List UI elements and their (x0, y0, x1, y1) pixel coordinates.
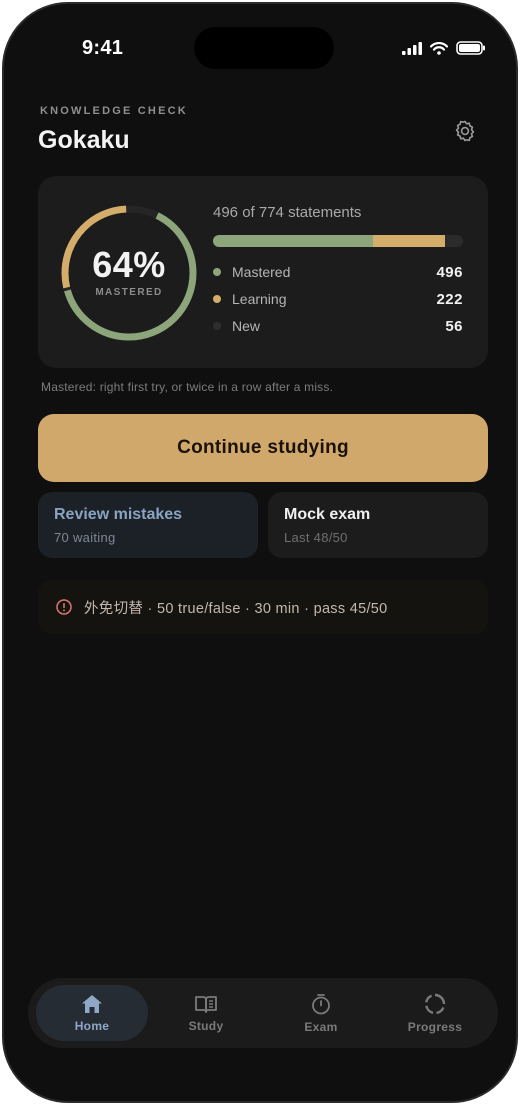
review-mistakes-button[interactable]: Review mistakes 70 waiting (38, 492, 258, 558)
tab-label: Home (74, 1018, 110, 1033)
continue-studying-button[interactable]: Continue studying (38, 414, 488, 482)
progress-bar-mastered (213, 235, 374, 247)
progress-ring-icon (425, 993, 446, 1014)
legend-row-new: New 56 (213, 317, 463, 335)
legend-row-learning: Learning 222 (213, 290, 463, 308)
mastery-footnote: Mastered: right first try, or twice in a… (41, 380, 334, 394)
tab-home[interactable]: Home (36, 985, 148, 1041)
tab-label: Study (188, 1018, 224, 1033)
legend-value: 222 (436, 290, 463, 308)
section-eyebrow: KNOWLEDGE CHECK (40, 105, 188, 117)
page-title: Gokaku (38, 126, 130, 154)
mastery-percent: 64% (92, 244, 166, 285)
new-dot-icon (213, 322, 221, 330)
settings-button[interactable] (452, 118, 478, 144)
tab-label: Progress (407, 1019, 463, 1034)
statements-count: 496 of 774 statements (213, 204, 362, 221)
tile-title: Mock exam (284, 506, 371, 523)
tab-progress[interactable]: Progress (379, 985, 491, 1041)
mastered-dot-icon (213, 268, 221, 276)
legend-row-mastered: Mastered 496 (213, 263, 463, 281)
mastery-caption: MASTERED (95, 287, 163, 298)
legend-value: 496 (436, 263, 463, 281)
tab-label: Exam (304, 1019, 338, 1034)
learning-dot-icon (213, 295, 221, 303)
status-time: 9:41 (82, 37, 124, 59)
mastery-ring: 64% MASTERED (60, 204, 198, 342)
mock-exam-button[interactable]: Mock exam Last 48/50 (268, 492, 488, 558)
dynamic-island (194, 27, 334, 69)
phone-frame: 9:41 KNOWLEDGE CHECK Gokaku 64% MASTERED… (2, 2, 518, 1103)
progress-summary-card: 64% MASTERED 496 of 774 statements Maste… (38, 176, 488, 368)
legend-label: Mastered (232, 264, 291, 280)
tile-title: Review mistakes (54, 506, 183, 523)
legend-label: Learning (232, 291, 287, 307)
tab-study[interactable]: Study (150, 985, 262, 1041)
tab-bar: Home Study Exam Progress (28, 978, 498, 1048)
book-icon (195, 995, 217, 1013)
progress-bar-learning (373, 235, 445, 247)
tile-subtitle: Last 48/50 (284, 530, 348, 545)
battery-icon (456, 41, 485, 55)
gear-icon (455, 120, 475, 142)
cellular-signal-icon (402, 41, 422, 55)
exam-name: 外免切替 (84, 600, 144, 617)
exam-info-text: 外免切替 · 50 true/false · 30 min · pass 45/… (84, 597, 388, 618)
stopwatch-icon (312, 993, 330, 1014)
tile-subtitle: 70 waiting (54, 530, 116, 545)
exam-details: · 50 true/false · 30 min · pass 45/50 (143, 600, 388, 617)
tab-exam[interactable]: Exam (265, 985, 377, 1041)
wifi-icon (430, 41, 448, 55)
info-circle-icon (56, 598, 74, 616)
home-icon (82, 994, 102, 1013)
legend-value: 56 (445, 317, 463, 335)
progress-bar (213, 235, 463, 247)
legend-label: New (232, 318, 261, 334)
exam-info-banner: 外免切替 · 50 true/false · 30 min · pass 45/… (38, 580, 488, 634)
status-icons (402, 39, 486, 57)
